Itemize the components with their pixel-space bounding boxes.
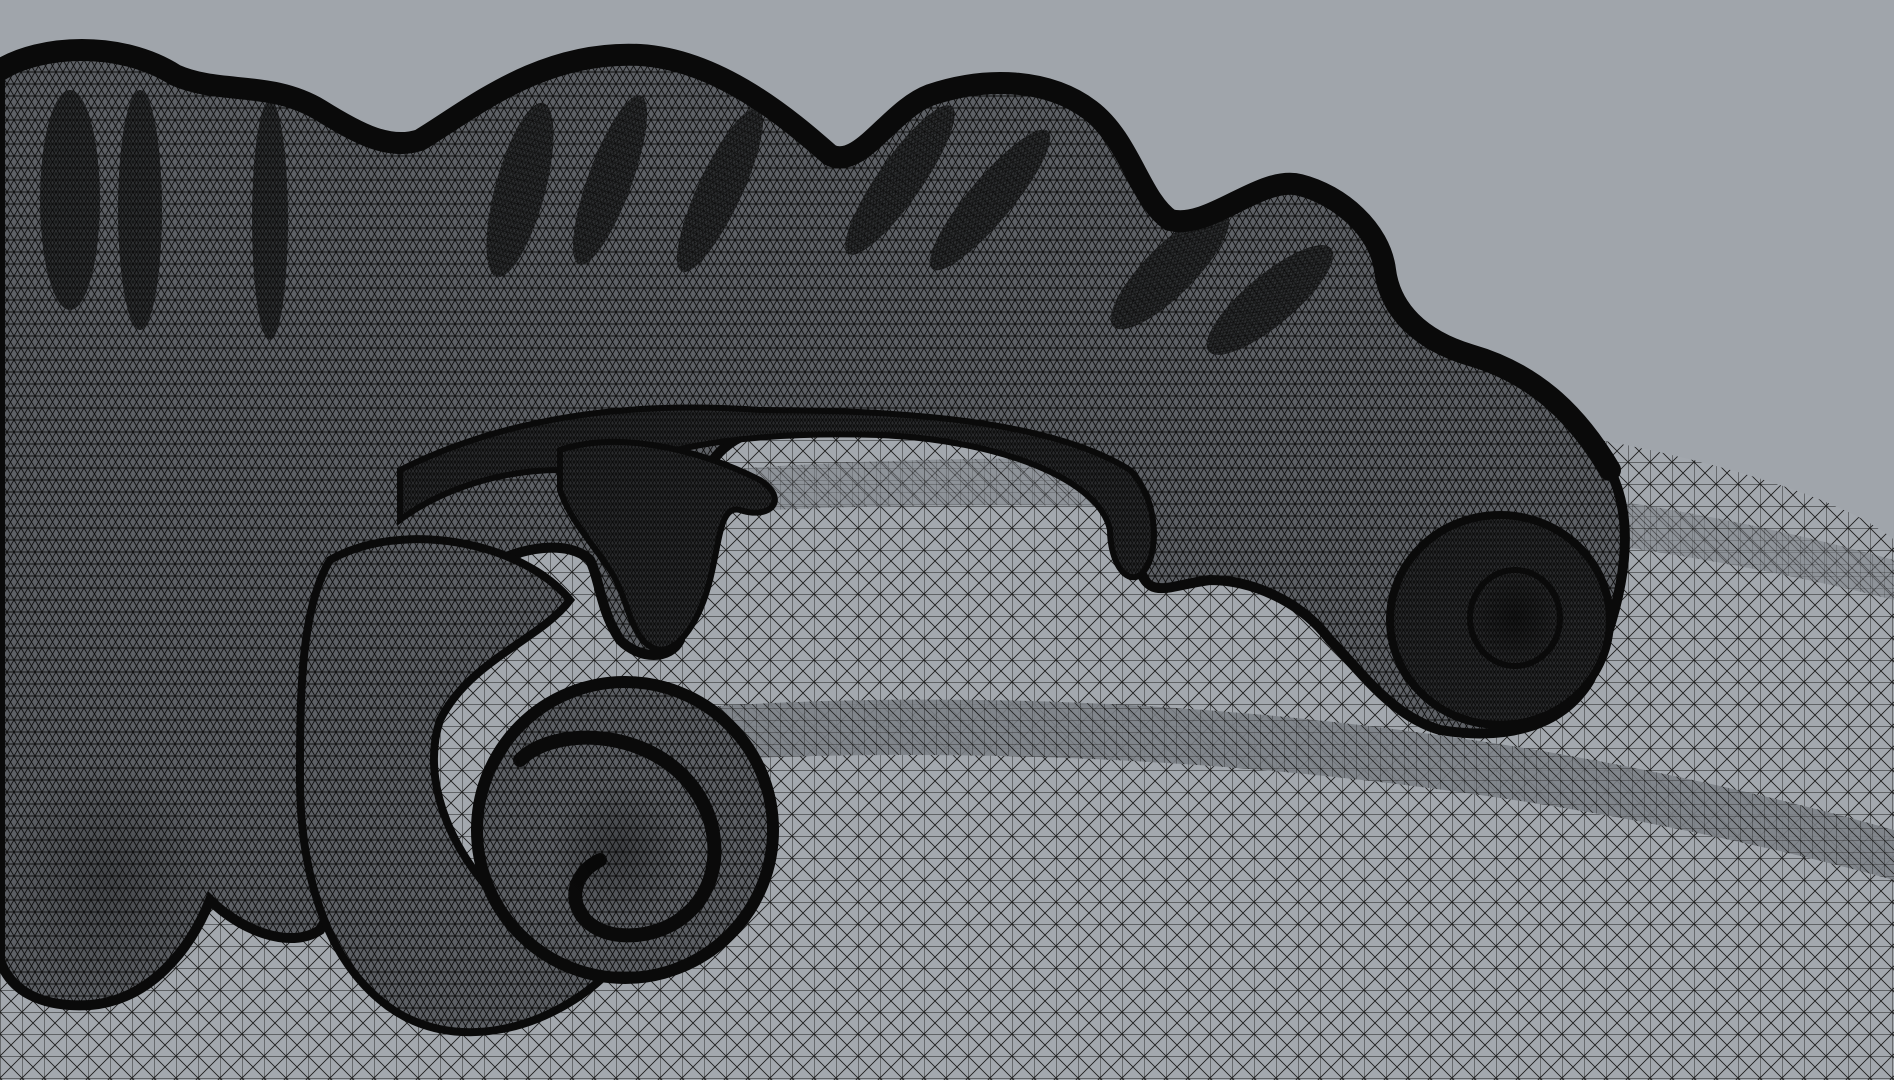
volute-center-shadow [550,780,690,920]
mesh-viewport[interactable] [0,0,1894,1080]
left-lobe-shadow [0,760,220,1000]
wireframe-canvas [0,0,1894,1080]
right-knob-eye-shadow [1470,570,1560,666]
